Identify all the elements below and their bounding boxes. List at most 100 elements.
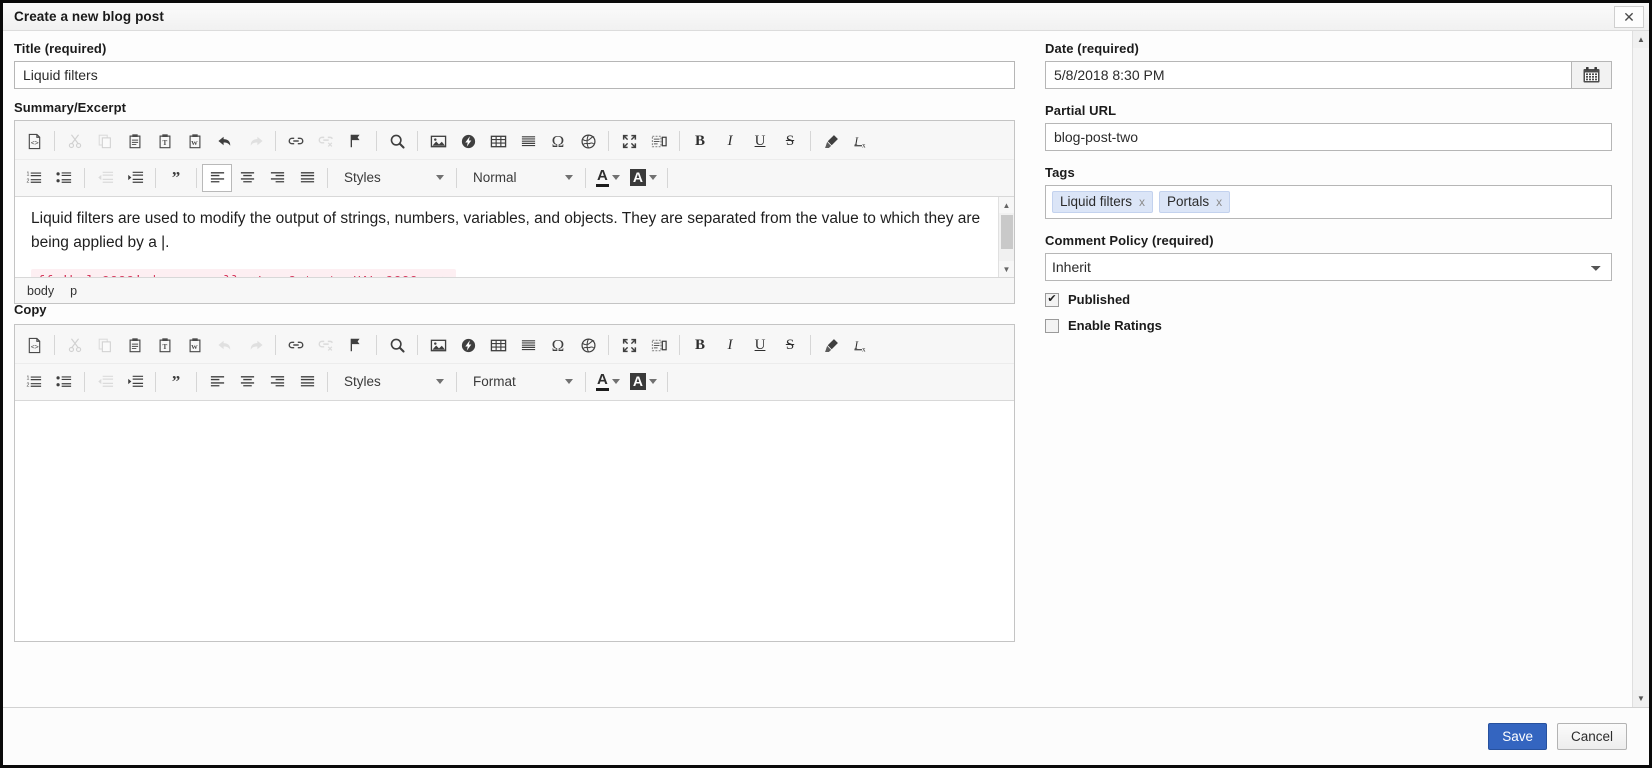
search-icon[interactable] (382, 331, 412, 359)
close-icon[interactable]: ✕ (1614, 6, 1644, 28)
enable-ratings-checkbox[interactable] (1045, 318, 1059, 333)
text-color-button[interactable]: A (591, 164, 625, 192)
undo-icon[interactable] (210, 127, 240, 155)
link-icon[interactable] (281, 127, 311, 155)
subscript-icon[interactable]: Ix (846, 331, 876, 359)
show-blocks-icon[interactable] (644, 331, 674, 359)
date-input[interactable] (1045, 61, 1572, 89)
bulleted-list-icon[interactable] (49, 368, 79, 396)
horizontal-rule-icon[interactable] (513, 331, 543, 359)
iframe-icon[interactable] (573, 331, 603, 359)
bold-icon[interactable]: B (685, 331, 715, 359)
blockquote-icon[interactable]: ” (161, 368, 191, 396)
comment-policy-select[interactable]: Inherit (1045, 253, 1612, 281)
copy-icon[interactable] (90, 127, 120, 155)
summary-content[interactable]: Liquid filters are used to modify the ou… (15, 197, 1000, 277)
summary-editable-area[interactable]: Liquid filters are used to modify the ou… (15, 197, 1014, 277)
align-right-icon[interactable] (262, 164, 292, 192)
iframe-icon[interactable] (573, 127, 603, 155)
unlink-icon[interactable] (311, 331, 341, 359)
paste-from-word-icon[interactable]: W (180, 331, 210, 359)
remove-format-icon[interactable] (816, 331, 846, 359)
indent-icon[interactable] (120, 368, 150, 396)
tag-remove-icon[interactable]: x (1139, 195, 1145, 209)
image-icon[interactable] (423, 127, 453, 155)
calendar-icon[interactable] (1571, 61, 1612, 89)
anchor-icon[interactable] (341, 331, 371, 359)
special-character-icon[interactable]: Ω (543, 331, 573, 359)
tag-remove-icon[interactable]: x (1216, 195, 1222, 209)
styles-dropdown[interactable]: Styles (333, 369, 451, 395)
numbered-list-icon[interactable]: 12 (19, 368, 49, 396)
page-scroll-up-icon[interactable]: ▲ (1633, 31, 1649, 48)
table-icon[interactable] (483, 127, 513, 155)
paste-icon[interactable] (120, 331, 150, 359)
page-scroll-down-icon[interactable]: ▼ (1633, 690, 1649, 707)
indent-icon[interactable] (120, 164, 150, 192)
numbered-list-icon[interactable]: 12 (19, 164, 49, 192)
title-input[interactable] (14, 61, 1015, 89)
copy-content[interactable] (15, 401, 1000, 411)
underline-icon[interactable]: U (745, 127, 775, 155)
italic-icon[interactable]: I (715, 331, 745, 359)
show-blocks-icon[interactable] (644, 127, 674, 155)
align-left-icon[interactable] (202, 368, 232, 396)
remove-format-icon[interactable] (816, 127, 846, 155)
flash-icon[interactable] (453, 127, 483, 155)
copy-editable-area[interactable] (15, 401, 1014, 641)
save-button[interactable]: Save (1488, 723, 1547, 750)
dialog-scrollbar[interactable]: ▲ ▼ (1632, 31, 1649, 707)
summary-editor-scrollbar[interactable]: ▲ ▼ (998, 197, 1014, 277)
anchor-icon[interactable] (341, 127, 371, 155)
cancel-button[interactable]: Cancel (1556, 723, 1627, 750)
blockquote-icon[interactable]: ” (161, 164, 191, 192)
bulleted-list-icon[interactable] (49, 164, 79, 192)
maximize-icon[interactable] (614, 331, 644, 359)
published-checkbox[interactable]: ✔ (1045, 292, 1059, 307)
paste-as-plain-text-icon[interactable]: T (150, 127, 180, 155)
justify-icon[interactable] (292, 164, 322, 192)
bold-icon[interactable]: B (685, 127, 715, 155)
partial-url-input[interactable] (1045, 123, 1612, 151)
source-icon[interactable]: <> (19, 127, 49, 155)
source-icon[interactable]: <> (19, 331, 49, 359)
scroll-down-icon[interactable]: ▼ (999, 261, 1014, 277)
strikethrough-icon[interactable]: S (775, 127, 805, 155)
underline-icon[interactable]: U (745, 331, 775, 359)
italic-icon[interactable]: I (715, 127, 745, 155)
strikethrough-icon[interactable]: S (775, 331, 805, 359)
horizontal-rule-icon[interactable] (513, 127, 543, 155)
paste-from-word-icon[interactable]: W (180, 127, 210, 155)
text-color-button[interactable]: A (591, 368, 625, 396)
undo-icon[interactable] (210, 331, 240, 359)
unlink-icon[interactable] (311, 127, 341, 155)
align-center-icon[interactable] (232, 164, 262, 192)
tag-chip[interactable]: Portals x (1159, 191, 1231, 213)
styles-dropdown[interactable]: Styles (333, 165, 451, 191)
align-center-icon[interactable] (232, 368, 262, 396)
align-left-icon[interactable] (202, 163, 232, 192)
cut-icon[interactable] (60, 331, 90, 359)
link-icon[interactable] (281, 331, 311, 359)
enable-ratings-checkbox-row[interactable]: Enable Ratings (1045, 318, 1612, 333)
path-item-p[interactable]: p (70, 284, 77, 298)
tag-chip[interactable]: Liquid filters x (1052, 191, 1154, 213)
special-character-icon[interactable]: Ω (543, 127, 573, 155)
background-color-button[interactable]: A (625, 368, 662, 396)
path-item-body[interactable]: body (27, 284, 54, 298)
paste-as-plain-text-icon[interactable]: T (150, 331, 180, 359)
paste-icon[interactable] (120, 127, 150, 155)
format-dropdown[interactable]: Normal (462, 165, 580, 191)
table-icon[interactable] (483, 331, 513, 359)
background-color-button[interactable]: A (625, 164, 662, 192)
flash-icon[interactable] (453, 331, 483, 359)
outdent-icon[interactable] (90, 164, 120, 192)
copy-icon[interactable] (90, 331, 120, 359)
redo-icon[interactable] (240, 331, 270, 359)
scroll-up-icon[interactable]: ▲ (999, 197, 1014, 213)
image-icon[interactable] (423, 331, 453, 359)
redo-icon[interactable] (240, 127, 270, 155)
maximize-icon[interactable] (614, 127, 644, 155)
tags-input[interactable]: Liquid filters x Portals x (1045, 185, 1612, 219)
justify-icon[interactable] (292, 368, 322, 396)
